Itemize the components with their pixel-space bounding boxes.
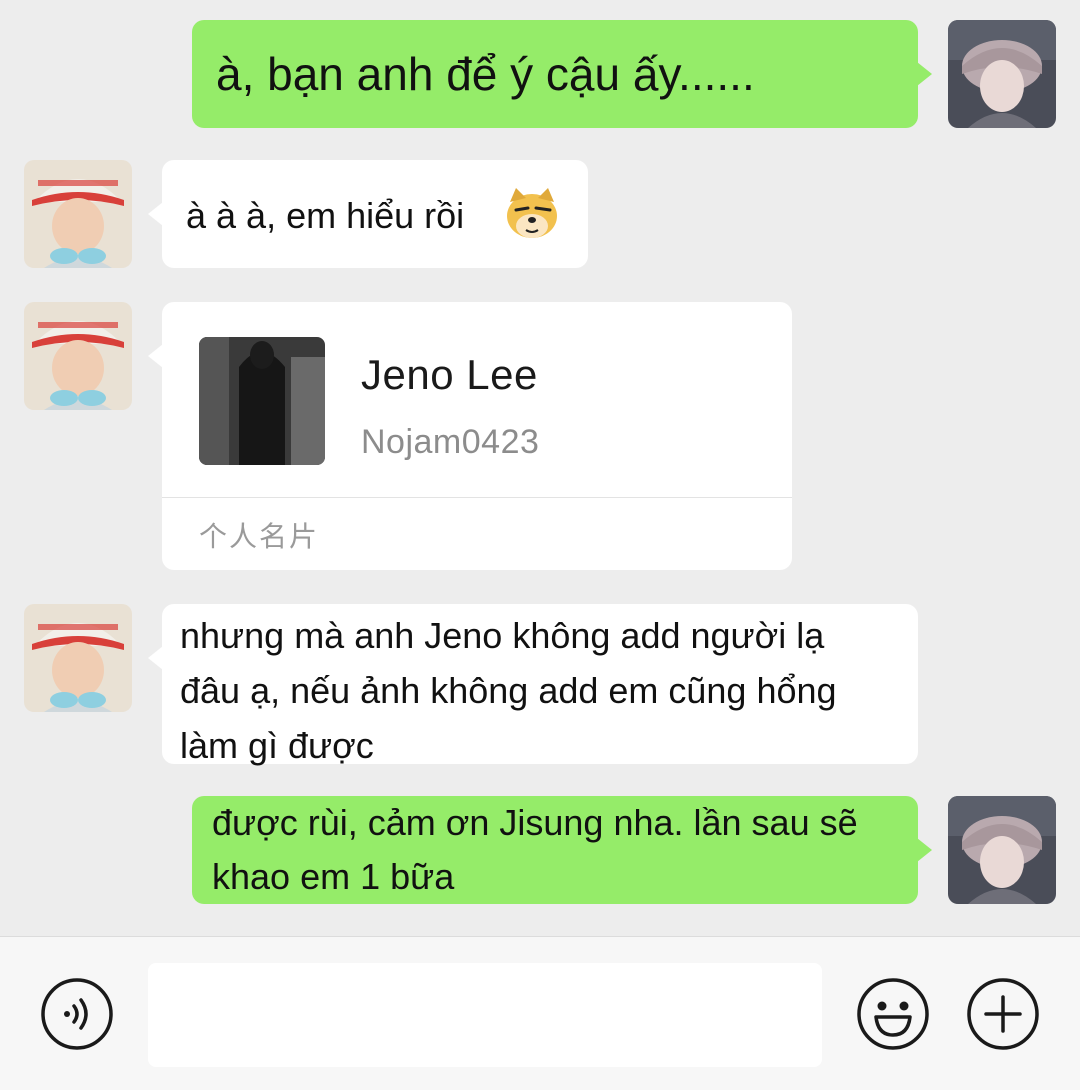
voice-icon[interactable]	[40, 977, 114, 1051]
avatar-photo	[24, 604, 132, 712]
contact-id: Nojam0423	[361, 423, 540, 461]
bubble-tail	[148, 202, 163, 226]
bubble-tail	[148, 646, 163, 670]
contact-card-photo	[199, 337, 325, 465]
chat-input-bar	[0, 936, 1080, 1090]
contact-name: Jeno Lee	[361, 351, 538, 398]
bubble-tail	[917, 62, 932, 86]
avatar-photo	[948, 20, 1056, 128]
bubble-tail	[917, 838, 932, 862]
avatar-photo	[24, 160, 132, 268]
friend-avatar[interactable]	[24, 604, 132, 712]
dog-emoji-icon	[507, 188, 557, 238]
my-message-bubble[interactable]: được rùi, cảm ơn Jisung nha. lần sau sẽ …	[192, 796, 932, 904]
message-text: nhưng mà anh Jeno không add người lạ đâu…	[180, 615, 837, 766]
friend-message-bubble[interactable]: à à à, em hiểu rồi	[148, 160, 588, 268]
avatar-photo	[24, 302, 132, 410]
my-avatar[interactable]	[948, 20, 1056, 128]
my-message-bubble[interactable]: à, bạn anh để ý cậu ấy......	[192, 20, 932, 128]
bubble-tail	[148, 344, 163, 368]
contact-card-label: 个人名片	[199, 521, 320, 552]
avatar-photo	[948, 796, 1056, 904]
message-text: à, bạn anh để ý cậu ấy......	[216, 48, 755, 100]
my-avatar[interactable]	[948, 796, 1056, 904]
friend-message-bubble[interactable]: nhưng mà anh Jeno không add người lạ đâu…	[148, 604, 918, 766]
plus-icon[interactable]	[966, 977, 1040, 1051]
friend-avatar[interactable]	[24, 160, 132, 268]
emoji-smile-icon[interactable]	[856, 977, 930, 1051]
message-text: được rùi, cảm ơn Jisung nha. lần sau sẽ …	[212, 802, 858, 897]
message-text: à à à, em hiểu rồi	[186, 195, 465, 236]
divider	[162, 497, 792, 498]
contact-card[interactable]: Jeno Lee Nojam0423 个人名片	[148, 302, 792, 570]
message-input[interactable]	[148, 963, 822, 1067]
friend-avatar[interactable]	[24, 302, 132, 410]
